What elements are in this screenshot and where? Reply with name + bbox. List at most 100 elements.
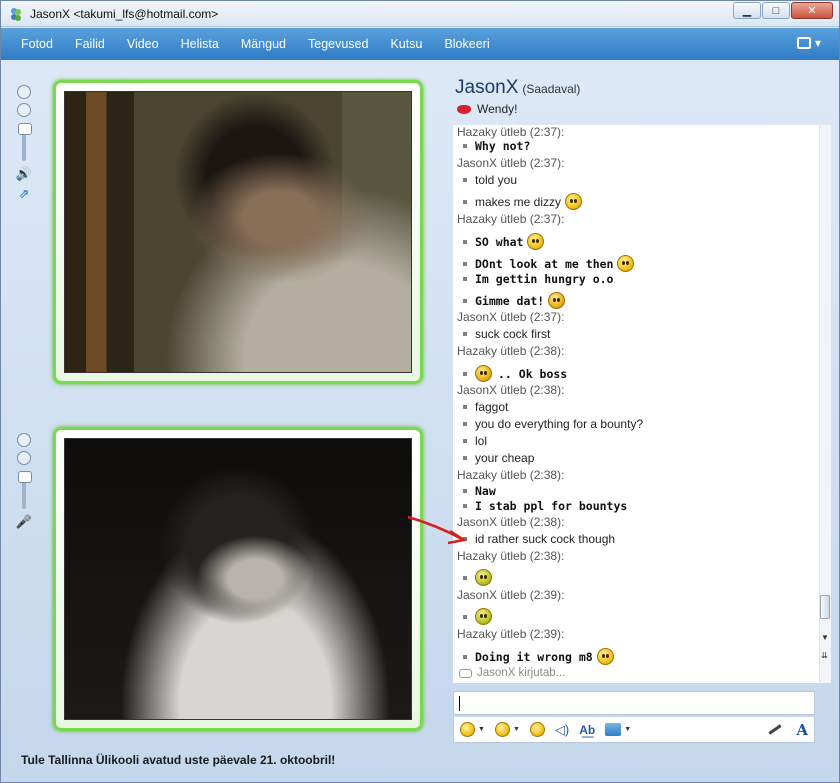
- scroll-end-icon[interactable]: ⇊: [821, 651, 829, 660]
- message-sender-header: JasonX ütleb (2:38):: [457, 515, 817, 529]
- menu-block[interactable]: Blokeeri: [444, 37, 489, 51]
- popout-icon[interactable]: ⇗: [19, 187, 30, 201]
- sad-emoticon-icon: [475, 365, 492, 382]
- close-button[interactable]: ✕: [791, 2, 833, 19]
- sender-label: JasonX ütleb (2:38):: [457, 383, 565, 397]
- smile-emoticon-icon: [565, 193, 583, 210]
- format-tools: A: [768, 721, 808, 739]
- local-webcam-image: [64, 438, 412, 720]
- expand-toggle-icon[interactable]: [17, 85, 31, 99]
- smile-emoticon-icon: [617, 255, 635, 272]
- footer-ad-link[interactable]: Tule Tallinna Ülikooli avatud uste päeva…: [21, 753, 335, 767]
- menu-invite[interactable]: Kutsu: [390, 37, 422, 51]
- menu-activities[interactable]: Tegevused: [308, 37, 368, 51]
- menu-video[interactable]: Video: [127, 37, 159, 51]
- message-text: .. Ok boss: [498, 366, 568, 381]
- message-text: you do everything for a bounty?: [475, 417, 644, 431]
- sender-label: JasonX ütleb (2:37):: [457, 156, 565, 170]
- menu-bar: Fotod Failid Video Helista Mängud Tegevu…: [1, 28, 839, 60]
- webcam-icon[interactable]: [17, 451, 31, 465]
- maximize-button[interactable]: □: [762, 2, 790, 19]
- message-sender-header: Hazaky ütleb (2:38):: [457, 344, 817, 358]
- message-sender-header: JasonX ütleb (2:38):: [457, 383, 817, 397]
- message-line: lol: [457, 434, 817, 448]
- sender-label: JasonX ütleb (2:37):: [457, 310, 565, 324]
- local-video-tools: 🎤: [15, 433, 33, 535]
- menu-photos[interactable]: Fotod: [21, 37, 53, 51]
- typing-indicator: JasonX kirjutab...: [459, 667, 565, 679]
- emoticon-picker-button[interactable]: ▼: [460, 722, 485, 737]
- minimize-button[interactable]: ▁: [733, 2, 761, 19]
- microphone-volume-slider[interactable]: [18, 471, 32, 509]
- contact-name: JasonX: [455, 77, 519, 98]
- messenger-window: JasonX <takumi_lfs@hotmail.com> ▁ □ ✕ Fo…: [0, 0, 840, 783]
- message-sender-header: Hazaky ütleb (2:39):: [457, 627, 817, 641]
- font-icon[interactable]: A: [796, 721, 808, 739]
- sender-label: JasonX ütleb (2:39):: [457, 588, 565, 602]
- smiley-icon: [460, 722, 475, 737]
- remote-webcam-frame: [53, 80, 423, 384]
- message-text: suck cock first: [475, 327, 551, 341]
- message-text: DOnt look at me then: [475, 256, 614, 271]
- expand-toggle-icon[interactable]: [17, 433, 31, 447]
- message-line: suck cock first: [457, 327, 817, 341]
- message-line: Gimme dat!: [457, 292, 817, 309]
- spell-check-icon: A͟b: [579, 722, 596, 737]
- message-input[interactable]: [453, 691, 815, 715]
- message-line: DOnt look at me then: [457, 255, 817, 272]
- message-sender-header: Hazaky ütleb (2:38):: [457, 468, 817, 482]
- nudge-button[interactable]: [529, 722, 545, 737]
- title-bar: JasonX <takumi_lfs@hotmail.com> ▁ □ ✕: [1, 1, 839, 27]
- message-line: SO what: [457, 233, 817, 250]
- background-icon: [605, 723, 622, 736]
- message-line: id rather suck cock though: [457, 532, 817, 546]
- local-webcam-frame: [53, 427, 423, 731]
- message-line: Doing it wrong m8: [457, 648, 817, 665]
- message-text: told you: [475, 173, 518, 187]
- options-icon: [796, 37, 811, 49]
- typing-indicator-text: JasonX kirjutab...: [477, 667, 566, 679]
- sick-emoticon-icon: [475, 569, 492, 586]
- spell-check-button[interactable]: A͟b: [579, 723, 595, 737]
- chevron-down-icon: ▼: [624, 726, 632, 733]
- speaker-icon[interactable]: 🔊: [16, 167, 32, 181]
- red-arrow-annotation-icon: [407, 515, 468, 545]
- chat-history[interactable]: Hazaky ütleb (2:37): Why not? JasonX ütleb…: [453, 125, 831, 683]
- message-sender-header: Hazaky ütleb (2:37):: [457, 125, 817, 139]
- webcam-icon[interactable]: [17, 103, 31, 117]
- wink-icon: [494, 722, 510, 737]
- scroll-down-arrow-icon[interactable]: ▼: [821, 633, 829, 642]
- message-text: id rather suck cock though: [475, 532, 616, 546]
- menu-games[interactable]: Mängud: [241, 37, 286, 51]
- menu-call[interactable]: Helista: [181, 37, 219, 51]
- voice-clip-icon: ◁): [554, 721, 570, 737]
- window-controls: ▁ □ ✕: [732, 2, 833, 19]
- message-line: makes me dizzy: [457, 193, 817, 210]
- message-text: Gimme dat!: [475, 293, 545, 308]
- remote-video-tools: 🔊 ⇗: [15, 85, 33, 207]
- microphone-icon[interactable]: 🎤: [16, 515, 32, 529]
- sender-label: Hazaky ütleb (2:37):: [457, 125, 565, 139]
- lips-emoticon-icon: [457, 104, 471, 114]
- voice-clip-button[interactable]: ◁): [555, 722, 569, 738]
- message-sender-header: JasonX ütleb (2:37):: [457, 310, 817, 324]
- wink-picker-button[interactable]: ▼: [494, 722, 520, 737]
- background-picker-button[interactable]: ▼: [605, 723, 631, 736]
- message-line: Im gettin hungry o.o: [457, 272, 817, 286]
- nudge-icon: [529, 722, 545, 737]
- options-menu-button[interactable]: ▾: [796, 36, 821, 50]
- speaker-volume-slider[interactable]: [18, 123, 32, 161]
- message-text: SO what: [475, 234, 524, 249]
- input-toolbar: ▼ ▼ ◁) A͟b ▼ A: [453, 717, 815, 743]
- message-text: faggot: [475, 400, 509, 414]
- sender-label: Hazaky ütleb (2:38):: [457, 344, 565, 358]
- window-title: JasonX <takumi_lfs@hotmail.com>: [30, 6, 219, 21]
- smile-emoticon-icon: [527, 233, 545, 250]
- contact-header: JasonX (Saadaval): [455, 77, 580, 99]
- message-line: [457, 608, 817, 625]
- chat-scrollbar-thumb[interactable]: [820, 595, 830, 619]
- message-sender-header: Hazaky ütleb (2:37):: [457, 212, 817, 226]
- menu-files[interactable]: Failid: [75, 37, 105, 51]
- handwriting-icon[interactable]: [768, 724, 782, 735]
- message-text: Im gettin hungry o.o: [475, 272, 614, 286]
